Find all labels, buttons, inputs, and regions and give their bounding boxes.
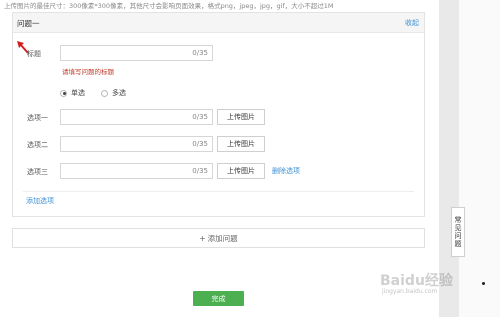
question-header: 问题一 收起: [13, 13, 424, 33]
option-input[interactable]: 0/35: [60, 136, 213, 152]
faq-char: 题: [454, 240, 462, 248]
option-label: 选项二: [27, 141, 48, 149]
faq-char: 见: [454, 224, 462, 232]
baidu-watermark-url: jingyan.baidu.com: [382, 288, 438, 295]
radio-unchecked-icon: [101, 89, 108, 97]
option-label: 选项三: [27, 168, 48, 176]
question-panel: 问题一 收起 标题 0/35 请填写问题的标题 单选 多选 选项一 0/35 上…: [12, 12, 425, 217]
title-error: 请填写问题的标题: [62, 68, 114, 76]
add-question-label: 添加问题: [207, 233, 238, 243]
single-choice-label: 单选: [71, 89, 85, 97]
done-button[interactable]: 完成: [193, 291, 244, 306]
plus-icon: +: [199, 233, 206, 243]
multi-choice-label: 多选: [112, 89, 126, 97]
add-question-button[interactable]: + 添加问题: [12, 228, 425, 248]
radio-checked-icon: [60, 89, 67, 97]
question-title: 问题一: [17, 19, 40, 28]
type-radio-group: 单选 多选: [60, 88, 126, 98]
option-label: 选项一: [27, 114, 48, 122]
upload-size-hint: 上传图片的最佳尺寸：300像素*300像素，其他尺寸会影响页面效果，格式png，…: [4, 2, 334, 10]
multi-choice-radio[interactable]: 多选: [101, 88, 126, 98]
delete-option-link[interactable]: 删除选项: [272, 166, 300, 176]
title-char-count: 0/35: [192, 49, 208, 57]
divider: [23, 191, 414, 192]
option-input[interactable]: 0/35: [60, 163, 213, 179]
option-input[interactable]: 0/35: [60, 109, 213, 125]
single-choice-radio[interactable]: 单选: [60, 88, 85, 98]
upload-image-button[interactable]: 上传图片: [217, 163, 265, 179]
title-input[interactable]: 0/35: [60, 45, 213, 61]
option-char-count: 0/35: [192, 140, 208, 148]
right-margin: [459, 0, 500, 317]
faq-tab[interactable]: 常 见 问 题: [451, 207, 465, 257]
upload-image-button[interactable]: 上传图片: [217, 136, 265, 152]
option-char-count: 0/35: [192, 167, 208, 175]
add-option-link[interactable]: 添加选项: [26, 196, 54, 206]
option-char-count: 0/35: [192, 113, 208, 121]
title-label: 标题: [27, 50, 41, 58]
dot: [482, 282, 485, 285]
upload-image-button[interactable]: 上传图片: [217, 109, 265, 125]
collapse-link[interactable]: 收起: [405, 18, 419, 28]
faq-char: 问: [454, 232, 462, 240]
baidu-watermark: Baidu经验: [380, 273, 453, 289]
faq-char: 常: [454, 216, 462, 224]
